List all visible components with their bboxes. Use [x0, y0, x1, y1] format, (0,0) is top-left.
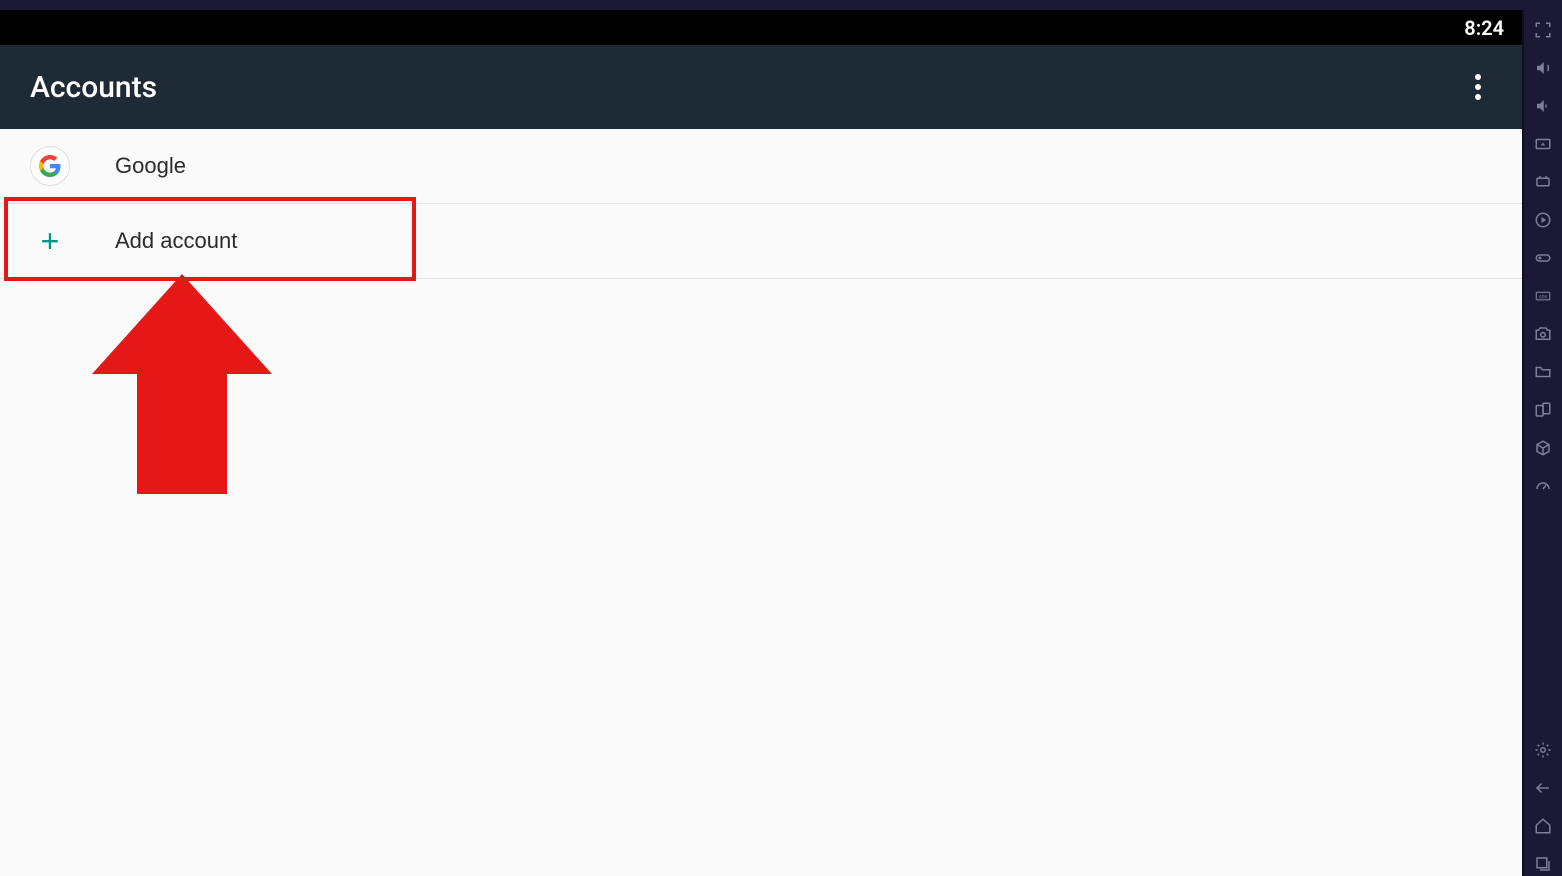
app-titlebar [0, 0, 1562, 10]
gamepad-icon[interactable] [1531, 246, 1555, 270]
settings-icon[interactable] [1531, 738, 1555, 762]
home-icon[interactable] [1531, 814, 1555, 838]
volume-down-icon[interactable] [1531, 94, 1555, 118]
speed-icon[interactable] [1531, 474, 1555, 498]
annotation-arrow-icon [92, 274, 272, 494]
add-account-button[interactable]: + Add account [0, 204, 1522, 279]
rewind-icon[interactable] [1531, 208, 1555, 232]
emulator-pane: 8:24 Accounts [0, 10, 1522, 876]
google-icon [30, 146, 70, 186]
back-icon[interactable] [1531, 776, 1555, 800]
overflow-menu-button[interactable] [1464, 63, 1492, 111]
bluestacks-sidebar: APK [1524, 10, 1562, 876]
accounts-content: Google + Add account [0, 129, 1522, 876]
fullscreen-icon[interactable] [1531, 18, 1555, 42]
account-item-google[interactable]: Google [0, 129, 1522, 204]
action-bar: Accounts [0, 45, 1522, 129]
rotate-icon[interactable] [1531, 398, 1555, 422]
android-status-bar: 8:24 [0, 10, 1522, 45]
folder-icon[interactable] [1531, 360, 1555, 384]
plus-icon: + [30, 221, 70, 261]
status-bar-time: 8:24 [1464, 16, 1504, 40]
account-item-label: Google [115, 153, 186, 179]
keymap-icon[interactable] [1531, 132, 1555, 156]
svg-text:APK: APK [1539, 294, 1548, 300]
multi-instance-icon[interactable] [1531, 436, 1555, 460]
page-title: Accounts [30, 70, 157, 105]
volume-up-icon[interactable] [1531, 56, 1555, 80]
macro-icon[interactable] [1531, 170, 1555, 194]
apk-icon[interactable]: APK [1531, 284, 1555, 308]
screenshot-icon[interactable] [1531, 322, 1555, 346]
add-account-label: Add account [115, 228, 237, 254]
more-vert-icon [1474, 73, 1482, 101]
recents-icon[interactable] [1531, 852, 1555, 876]
